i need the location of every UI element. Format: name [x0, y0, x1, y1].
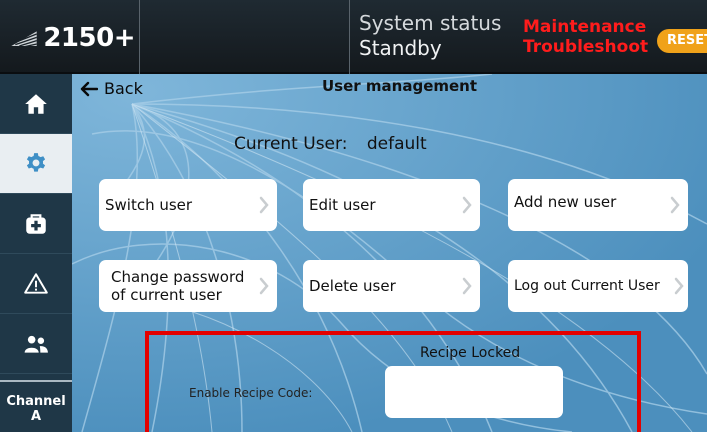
edit-user-label: Edit user	[309, 196, 376, 214]
warning-icon	[24, 272, 48, 294]
enable-recipe-code-label: Enable Recipe Code:	[189, 386, 313, 400]
change-password-label: Change password of current user	[111, 268, 244, 304]
switch-user-label: Switch user	[105, 196, 193, 214]
back-button[interactable]: Back	[80, 79, 143, 98]
page-title: User management	[322, 77, 478, 95]
change-password-line-2: of current user	[111, 286, 222, 304]
chevron-right-icon	[259, 196, 269, 214]
reset-button[interactable]: RESET	[657, 29, 707, 53]
chevron-right-icon	[674, 277, 684, 295]
add-new-user-button[interactable]: Add new user	[508, 179, 688, 231]
add-new-user-label: Add new user	[514, 193, 617, 211]
channel-value: A	[30, 409, 42, 424]
sidebar-item-home[interactable]	[0, 74, 72, 134]
chevron-right-icon	[259, 277, 269, 295]
sidebar-item-service[interactable]	[0, 194, 72, 254]
edit-user-button[interactable]: Edit user	[303, 179, 480, 231]
sidebar-item-alarms[interactable]	[0, 254, 72, 314]
app-window: 2150+ System status Standby Maintenance …	[0, 0, 707, 432]
users-icon	[24, 335, 48, 353]
current-user-value: default	[366, 134, 427, 154]
alert-line-troubleshoot: Troubleshoot	[523, 37, 649, 57]
back-arrow-icon	[80, 81, 98, 96]
current-user-label: Current User:	[234, 134, 348, 154]
current-user-row: Current User: default	[234, 134, 427, 154]
sidebar: Channel A	[0, 74, 72, 432]
sidebar-item-users[interactable]	[0, 314, 72, 374]
delete-user-button[interactable]: Delete user	[303, 260, 480, 312]
chevron-right-icon	[670, 196, 680, 214]
header-divider	[139, 0, 140, 74]
alert-line-maintenance: Maintenance	[523, 17, 647, 37]
chevron-right-icon	[462, 277, 472, 295]
maintenance-alert[interactable]: Maintenance Troubleshoot	[523, 17, 648, 57]
logo-text: 2150+	[43, 23, 135, 53]
channel-label: Channel	[6, 394, 66, 409]
log-out-current-user-button[interactable]: Log out Current User	[508, 260, 688, 312]
home-icon	[25, 93, 47, 114]
system-status-value: Standby	[359, 36, 442, 60]
logo: 2150+	[10, 20, 135, 56]
sidebar-item-settings[interactable]	[0, 134, 72, 194]
chevron-right-icon	[462, 196, 472, 214]
gear-icon	[26, 152, 46, 172]
main-panel: Back User management Current User: defau…	[72, 74, 707, 432]
top-bar: 2150+ System status Standby Maintenance …	[0, 0, 707, 74]
back-label: Back	[104, 79, 143, 98]
change-password-line-1: Change password	[111, 268, 245, 286]
header-divider	[349, 0, 350, 74]
switch-user-button[interactable]: Switch user	[99, 179, 277, 231]
toolbox-icon	[26, 213, 46, 234]
delete-user-label: Delete user	[309, 277, 396, 295]
log-out-label: Log out Current User	[514, 278, 660, 294]
logo-icon	[11, 31, 37, 48]
system-status-label: System status	[359, 11, 502, 35]
change-password-button[interactable]: Change password of current user	[99, 260, 277, 312]
recipe-locked-title: Recipe Locked	[420, 345, 521, 361]
recipe-code-input[interactable]	[385, 366, 563, 418]
channel-selector[interactable]: Channel A	[0, 380, 72, 432]
